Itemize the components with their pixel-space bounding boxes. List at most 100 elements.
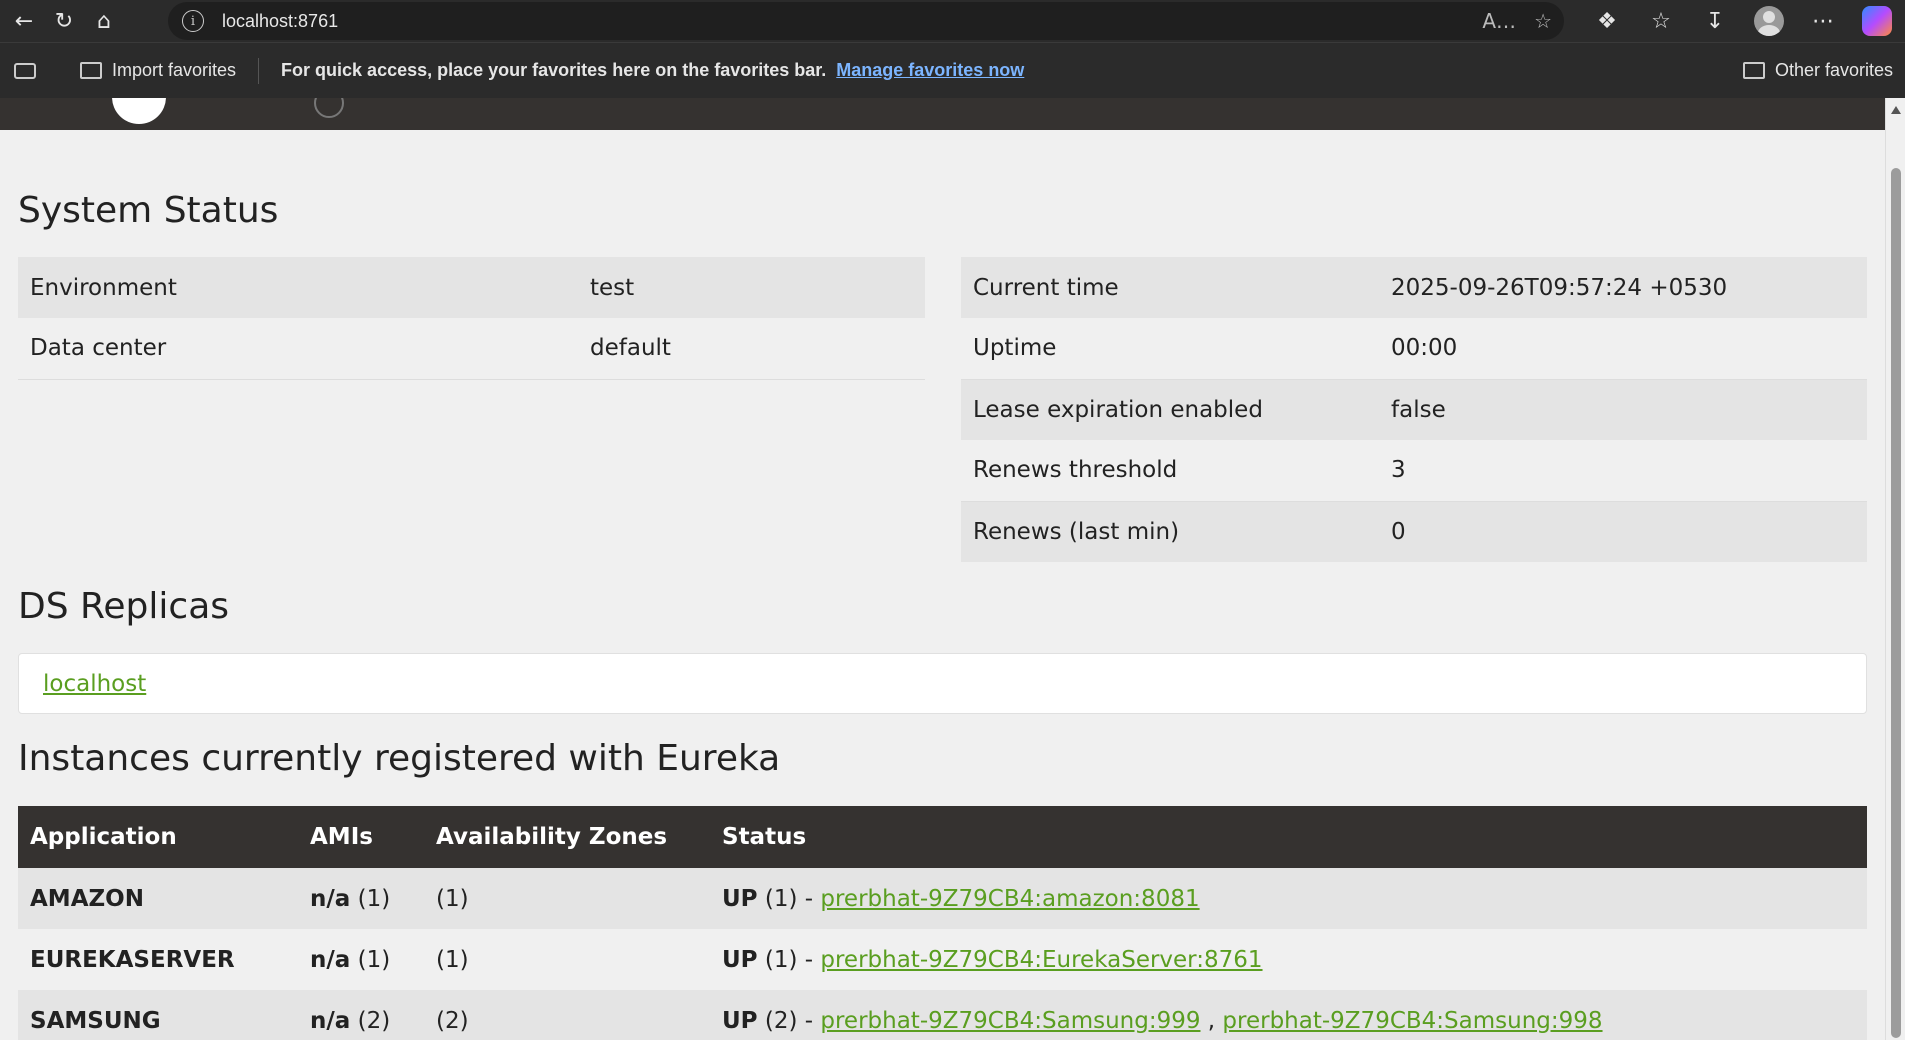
instances-heading: Instances currently registered with Eure… <box>18 738 781 779</box>
link-separator: , <box>1207 1007 1216 1034</box>
ds-replicas-heading: DS Replicas <box>18 586 230 627</box>
copilot-logo <box>1862 6 1892 36</box>
system-status-right-table: Current time 2025-09-26T09:57:24 +0530 U… <box>961 257 1867 562</box>
column-header-application: Application <box>18 806 298 868</box>
other-favorites-button[interactable]: Other favorites <box>1742 60 1893 81</box>
favorites-message: For quick access, place your favorites h… <box>281 60 827 80</box>
status-key: Data center <box>18 318 578 380</box>
profile-button[interactable] <box>1747 1 1791 41</box>
ami-value: n/a <box>310 946 351 973</box>
status-value: test <box>578 257 925 318</box>
page-content: System Status Environment test Data cent… <box>0 98 1885 1040</box>
favorites-bar: Import favorites For quick access, place… <box>0 42 1905 98</box>
status-up: UP <box>722 946 758 973</box>
back-arrow-icon[interactable]: ← <box>4 1 44 41</box>
other-favorites-label: Other favorites <box>1774 60 1893 80</box>
import-favorites-label: Import favorites <box>112 60 237 80</box>
application-name: SAMSUNG <box>18 990 298 1040</box>
replica-link[interactable]: localhost <box>43 671 146 697</box>
table-row: EUREKASERVER n/a (1) (1) UP (1) - prerbh… <box>18 929 1867 990</box>
status-value: 00:00 <box>1379 318 1867 380</box>
home-icon[interactable]: ⌂ <box>84 1 124 41</box>
column-header-zones: Availability Zones <box>424 806 710 868</box>
refresh-icon[interactable]: ↻ <box>44 1 84 41</box>
status-key: Environment <box>18 257 578 318</box>
table-row: Lease expiration enabled false <box>961 379 1867 440</box>
extensions-icon[interactable]: ❖ <box>1585 1 1629 41</box>
status-up: UP <box>722 1007 758 1034</box>
ami-count: (1) <box>357 885 391 912</box>
table-row: Renews (last min) 0 <box>961 501 1867 562</box>
status-key: Renews threshold <box>961 440 1379 502</box>
ami-count: (2) <box>357 1007 391 1034</box>
favorites-icon[interactable]: ☆ <box>1639 1 1683 41</box>
column-header-amis: AMIs <box>298 806 424 868</box>
system-status-left-table: Environment test Data center default <box>18 257 925 380</box>
copilot-icon[interactable] <box>1855 1 1899 41</box>
table-row: Current time 2025-09-26T09:57:24 +0530 <box>961 257 1867 318</box>
table-row: SAMSUNG n/a (2) (2) UP (2) - prerbhat-9Z… <box>18 990 1867 1040</box>
amis-cell: n/a (1) <box>298 929 424 990</box>
application-name: AMAZON <box>18 868 298 929</box>
nav-icon <box>314 98 344 118</box>
status-count: (1) - <box>764 946 814 973</box>
instances-table: Application AMIs Availability Zones Stat… <box>18 806 1867 1040</box>
import-icon <box>80 62 102 79</box>
table-header-row: Application AMIs Availability Zones Stat… <box>18 806 1867 868</box>
status-count: (1) - <box>764 885 814 912</box>
table-row: AMAZON n/a (1) (1) UP (1) - prerbhat-9Z7… <box>18 868 1867 929</box>
manage-favorites-link[interactable]: Manage favorites now <box>836 60 1024 81</box>
instance-link[interactable]: prerbhat-9Z79CB4:Samsung:998 <box>1222 1008 1602 1034</box>
instance-link[interactable]: prerbhat-9Z79CB4:amazon:8081 <box>820 886 1199 912</box>
status-cell: UP (1) - prerbhat-9Z79CB4:EurekaServer:8… <box>710 929 1867 990</box>
system-status-heading: System Status <box>18 190 279 231</box>
application-name: EUREKASERVER <box>30 946 235 973</box>
table-row: Uptime 00:00 <box>961 318 1867 380</box>
read-aloud-icon[interactable]: A… <box>1482 9 1516 33</box>
status-value: default <box>578 318 925 380</box>
scroll-up-arrow-icon[interactable] <box>1891 106 1901 114</box>
downloads-icon[interactable]: ↧ <box>1693 1 1737 41</box>
scrollbar-thumb[interactable] <box>1891 168 1901 1038</box>
instance-link[interactable]: prerbhat-9Z79CB4:Samsung:999 <box>820 1008 1200 1034</box>
import-favorites-button[interactable]: Import favorites <box>80 60 236 81</box>
folder-icon <box>1742 62 1765 79</box>
status-value: 2025-09-26T09:57:24 +0530 <box>1379 257 1867 318</box>
status-up: UP <box>722 885 758 912</box>
eureka-logo[interactable] <box>112 98 166 124</box>
address-bar[interactable]: i localhost:8761 A… ☆ <box>168 2 1564 40</box>
status-key: Renews (last min) <box>961 501 1379 562</box>
more-menu-icon[interactable]: ⋯ <box>1801 1 1845 41</box>
replicas-list: localhost <box>18 653 1867 714</box>
zones-cell: (1) <box>436 946 469 973</box>
ami-count: (1) <box>357 946 391 973</box>
amis-cell: n/a (1) <box>298 868 424 929</box>
ami-value: n/a <box>310 1007 351 1034</box>
favorites-divider <box>258 57 260 84</box>
status-value: 3 <box>1379 440 1867 502</box>
status-cell: UP (1) - prerbhat-9Z79CB4:amazon:8081 <box>710 868 1867 929</box>
status-cell: UP (2) - prerbhat-9Z79CB4:Samsung:999 , … <box>710 990 1867 1040</box>
tab-actions-icon[interactable] <box>14 62 36 79</box>
zones-cell: (2) <box>424 990 710 1040</box>
avatar <box>1754 6 1784 36</box>
eureka-navbar <box>0 98 1885 130</box>
table-row: Environment test <box>18 257 925 318</box>
ami-value: n/a <box>310 885 351 912</box>
table-row: Data center default <box>18 318 925 380</box>
zones-cell: (1) <box>424 868 710 929</box>
url-text[interactable]: localhost:8761 <box>222 11 338 32</box>
page-scrollbar[interactable] <box>1885 98 1905 1040</box>
status-key: Current time <box>961 257 1379 318</box>
amis-cell: n/a (2) <box>298 990 424 1040</box>
site-info-icon[interactable]: i <box>182 10 204 32</box>
column-header-status: Status <box>710 806 1867 868</box>
table-row: Renews threshold 3 <box>961 440 1867 502</box>
browser-toolbar: ← ↻ ⌂ i localhost:8761 A… ☆ ❖ ☆ ↧ ⋯ <box>0 0 1905 42</box>
favorite-star-icon[interactable]: ☆ <box>1534 9 1552 33</box>
instance-link[interactable]: prerbhat-9Z79CB4:EurekaServer:8761 <box>820 947 1262 973</box>
status-value: 0 <box>1379 501 1867 562</box>
status-count: (2) - <box>764 1007 814 1034</box>
status-key: Uptime <box>961 318 1379 380</box>
status-key: Lease expiration enabled <box>961 379 1379 440</box>
